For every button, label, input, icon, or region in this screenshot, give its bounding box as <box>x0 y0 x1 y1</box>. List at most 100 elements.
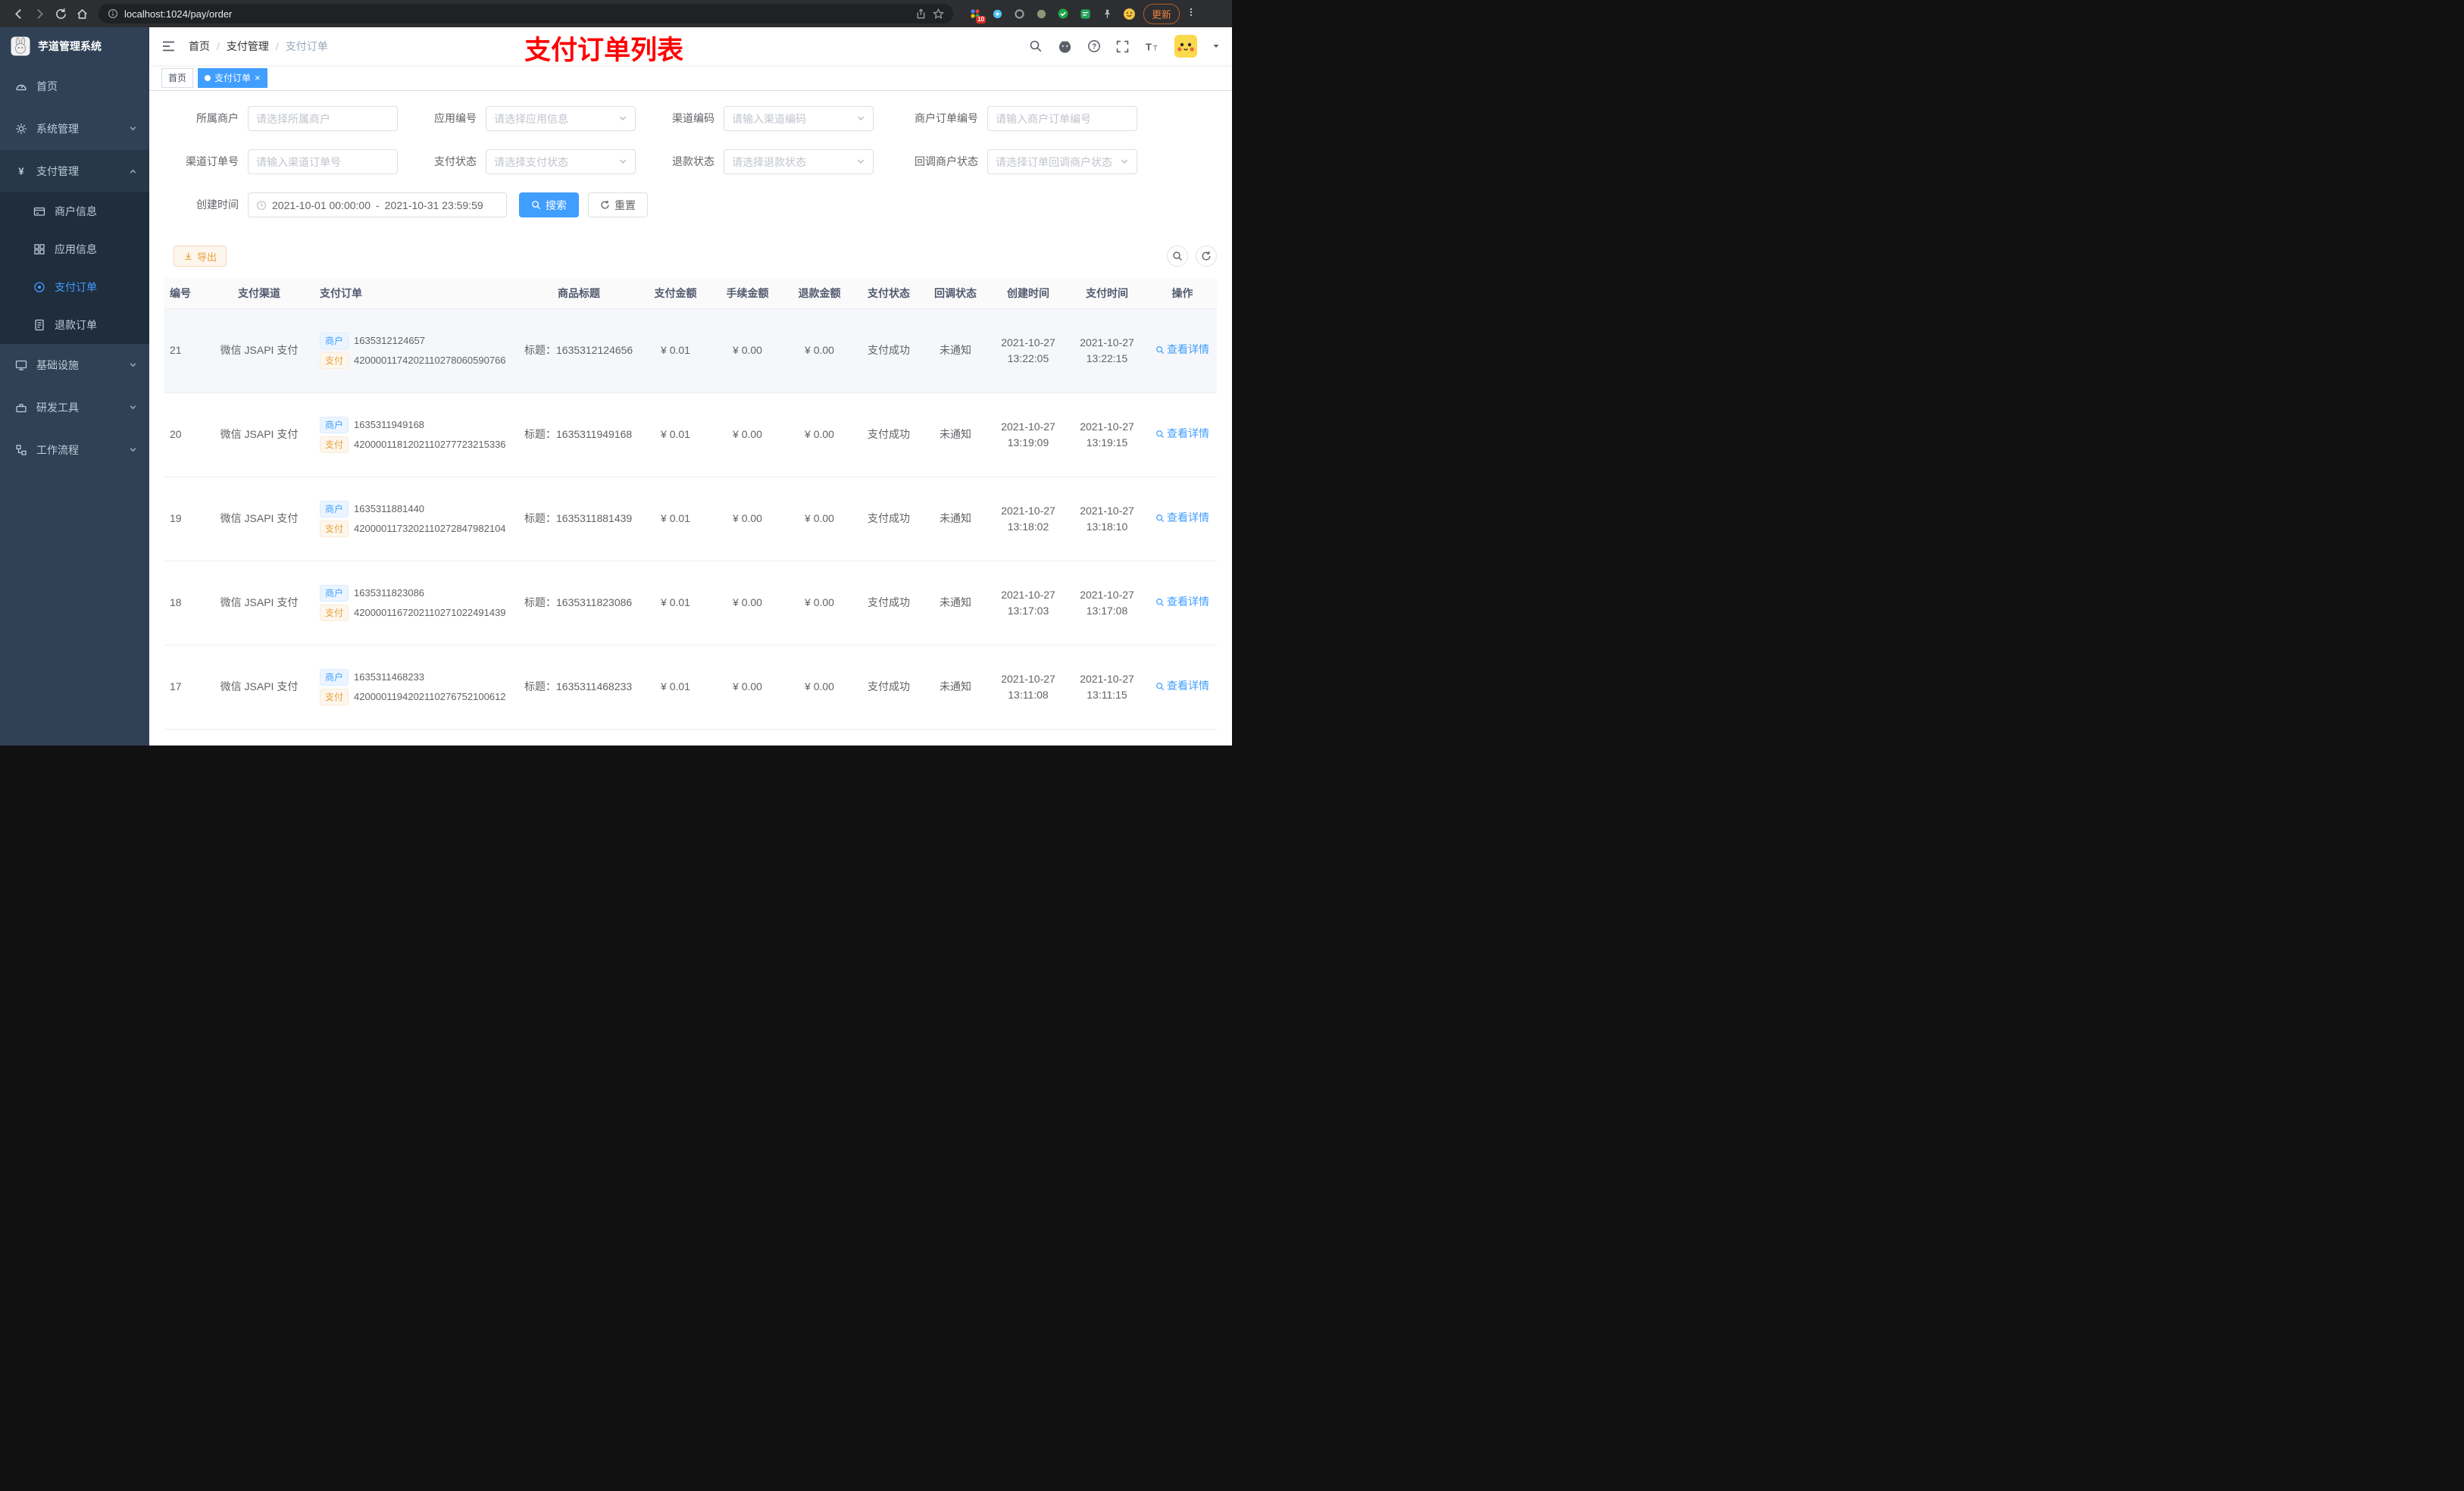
toggle-search-button[interactable] <box>1167 245 1188 267</box>
question-icon[interactable]: ? <box>1087 39 1101 53</box>
sidebar-item-pay-order[interactable]: 支付订单 <box>0 268 149 306</box>
channel-order-no-input[interactable] <box>248 149 398 174</box>
font-size-icon[interactable]: TT <box>1144 40 1159 53</box>
fullscreen-icon[interactable] <box>1116 40 1129 53</box>
pin-extension-icon[interactable] <box>1100 7 1114 20</box>
sidebar-item-home[interactable]: 首页 <box>0 65 149 108</box>
refresh-table-button[interactable] <box>1196 245 1217 267</box>
reset-button[interactable]: 重置 <box>588 192 648 217</box>
sidebar-item-workflow[interactable]: 工作流程 <box>0 429 149 471</box>
filter-row-2: 渠道订单号 支付状态 请选择支付状态 退款状态 请选择退款状态 <box>164 149 1217 174</box>
check-extension-icon[interactable] <box>1056 7 1070 20</box>
filter-field-refund-status: 退款状态 请选择退款状态 <box>654 149 874 174</box>
sidebar-item-pay[interactable]: ¥ 支付管理 <box>0 150 149 192</box>
cell-title: 标题：1635311881439 <box>518 477 639 561</box>
view-detail-link[interactable]: 查看详情 <box>1155 678 1209 694</box>
select-placeholder: 请输入渠道编码 <box>732 112 806 125</box>
filter-label: 应用编号 <box>434 112 477 124</box>
cell-refund <box>783 729 855 746</box>
cell-notify-status: 未通知 <box>922 308 989 393</box>
cell-amount: ¥ 0.01 <box>639 477 711 561</box>
refund-status-select[interactable]: 请选择退款状态 <box>724 149 874 174</box>
hamburger-icon[interactable] <box>161 39 177 54</box>
monitor-icon <box>15 360 27 370</box>
tab-home[interactable]: 首页 <box>161 67 194 88</box>
pay-order-line: 支付 4200001174202110278060590766 <box>320 352 514 369</box>
share-icon[interactable] <box>915 8 927 20</box>
forward-icon[interactable] <box>29 3 50 24</box>
cell-notify-status: 未通知 <box>922 477 989 561</box>
cell-actions: 查看详情 <box>1146 477 1217 561</box>
search-icon[interactable] <box>1029 39 1043 53</box>
extension-badge: 10 <box>976 16 986 23</box>
pay-status-select[interactable]: 请选择支付状态 <box>486 149 636 174</box>
chat-extension-icon[interactable] <box>1078 7 1092 20</box>
user-avatar[interactable] <box>1174 35 1197 58</box>
pay-order-line: 支付 4200001194202110276752100612 <box>320 688 514 705</box>
create-time-range-picker[interactable]: 2021-10-01 00:00:00 - 2021-10-31 23:59:5… <box>248 192 507 217</box>
olive-extension-icon[interactable] <box>1034 7 1048 20</box>
chevron-down-icon <box>1120 156 1129 168</box>
filter-label: 渠道编码 <box>672 112 714 124</box>
column-header-notify-status: 回调状态 <box>922 278 989 309</box>
view-detail-link[interactable]: 查看详情 <box>1155 342 1209 358</box>
tab-pay-order[interactable]: 支付订单 × <box>198 67 267 88</box>
channel-code-select[interactable]: 请输入渠道编码 <box>724 106 874 131</box>
chevron-down-icon <box>856 113 865 125</box>
view-detail-link[interactable]: 查看详情 <box>1155 594 1209 610</box>
search-button[interactable]: 搜索 <box>519 192 579 217</box>
merchant-input[interactable] <box>248 106 398 131</box>
breadcrumb-section[interactable]: 支付管理 <box>227 39 269 54</box>
github-icon[interactable] <box>1058 39 1072 54</box>
column-header-title: 商品标题 <box>518 278 639 309</box>
cell-actions: 查看详情 <box>1146 729 1217 746</box>
app-select[interactable]: 请选择应用信息 <box>486 106 636 131</box>
sidebar-item-dev-tools[interactable]: 研发工具 <box>0 386 149 429</box>
extensions-grid-icon[interactable]: 10 <box>968 7 986 23</box>
sidebar-logo[interactable]: 芋道管理系统 <box>0 27 149 65</box>
filter-field-channel-code: 渠道编码 请输入渠道编码 <box>654 106 874 131</box>
back-icon[interactable] <box>8 3 29 24</box>
address-bar[interactable]: localhost:1024/pay/order <box>98 4 953 23</box>
chevron-down-icon <box>856 156 865 168</box>
sidebar: 芋道管理系统 首页 系统管理 ¥ 支付管理 商户信息 应用信息 支付订单 退款订… <box>0 27 149 746</box>
sidebar-item-merchant-info[interactable]: 商户信息 <box>0 192 149 230</box>
toolbox-icon <box>16 404 27 413</box>
view-detail-link[interactable]: 查看详情 <box>1155 510 1209 526</box>
home-button-icon[interactable] <box>71 3 92 24</box>
ring-extension-icon[interactable] <box>1012 7 1026 20</box>
breadcrumb-separator: / <box>275 40 279 52</box>
pay-order-no: 4200001194202110276752100612 <box>354 690 506 702</box>
filter-label: 创建时间 <box>196 198 239 211</box>
star-icon[interactable] <box>933 8 944 20</box>
sidebar-item-label: 退款订单 <box>55 319 97 331</box>
cell-amount: ¥ 0.01 <box>639 561 711 645</box>
notify-status-select[interactable]: 请选择订单回调商户状态 <box>987 149 1137 174</box>
magnifier-icon <box>1173 252 1182 261</box>
merchant-tag: 商户 <box>320 668 349 686</box>
cell-amount <box>639 729 711 746</box>
sidebar-item-infra[interactable]: 基础设施 <box>0 344 149 386</box>
export-button[interactable]: 导出 <box>174 245 227 267</box>
sidebar-item-app-info[interactable]: 应用信息 <box>0 230 149 268</box>
cell-pay-status: 支付成功 <box>855 645 922 730</box>
filter-label: 退款状态 <box>672 155 714 167</box>
pay-tag: 支付 <box>320 520 349 537</box>
sidebar-item-system[interactable]: 系统管理 <box>0 108 149 150</box>
drop-extension-icon[interactable] <box>990 7 1004 20</box>
info-icon[interactable] <box>108 8 118 19</box>
sidebar-item-refund-order[interactable]: 退款订单 <box>0 306 149 344</box>
view-detail-link[interactable]: 查看详情 <box>1155 426 1209 442</box>
close-icon[interactable]: × <box>255 73 261 83</box>
profile-avatar-icon[interactable] <box>1122 7 1136 20</box>
merchant-order-no-input[interactable] <box>987 106 1137 131</box>
caret-down-icon[interactable] <box>1212 42 1220 50</box>
merchant-order-no: 1635311881440 <box>354 502 425 514</box>
browser-update-button[interactable]: 更新 <box>1143 3 1180 24</box>
kebab-menu-icon[interactable] <box>1186 6 1196 22</box>
chevron-up-icon <box>129 165 137 177</box>
breadcrumb-home[interactable]: 首页 <box>189 39 210 54</box>
pay-order-no: 4200001174202110278060590766 <box>354 354 506 366</box>
reload-icon[interactable] <box>50 3 71 24</box>
magnifier-icon <box>1156 682 1165 690</box>
